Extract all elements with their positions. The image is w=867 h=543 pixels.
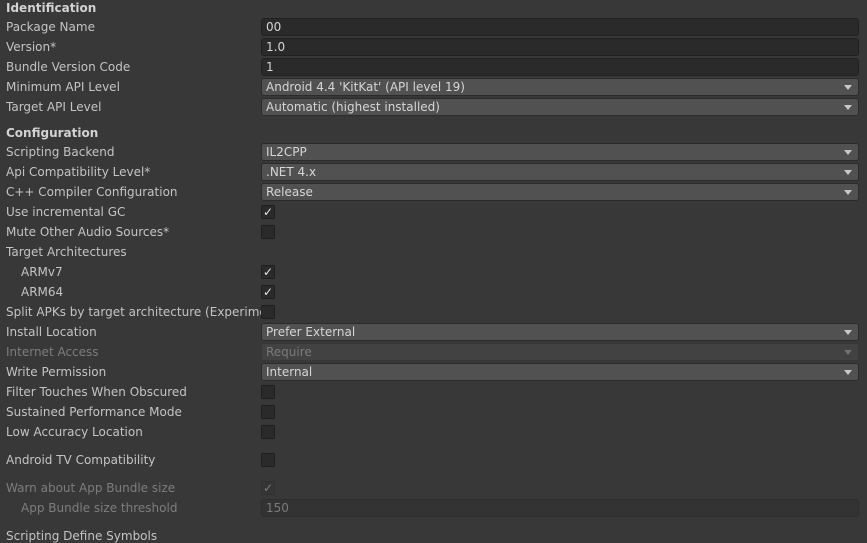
triangle-down-icon: [844, 190, 852, 195]
internet-access-dropdown: Require: [261, 343, 859, 361]
bundle-version-code-label: Bundle Version Code: [6, 60, 131, 74]
target-api-level-value: Automatic (highest installed): [266, 100, 440, 114]
bundle-size-threshold-input: 150: [261, 499, 859, 517]
incremental-gc-label: Use incremental GC: [6, 205, 126, 219]
mute-audio-label: Mute Other Audio Sources*: [6, 225, 170, 239]
triangle-down-icon: [844, 350, 852, 355]
section-header-configuration: Configuration: [6, 126, 99, 140]
write-permission-value: Internal: [266, 365, 313, 379]
triangle-down-icon: [844, 150, 852, 155]
section-header-identification: Identification: [6, 1, 97, 15]
install-location-dropdown[interactable]: Prefer External: [261, 323, 859, 341]
sustained-performance-label: Sustained Performance Mode: [6, 405, 182, 419]
triangle-down-icon: [844, 85, 852, 90]
arm64-checkbox[interactable]: ✓: [261, 285, 275, 299]
arm64-label: ARM64: [21, 285, 64, 299]
cpp-compiler-label: C++ Compiler Configuration: [6, 185, 178, 199]
target-api-level-dropdown[interactable]: Automatic (highest installed): [261, 98, 859, 116]
triangle-down-icon: [844, 105, 852, 110]
install-location-label: Install Location: [6, 325, 97, 339]
version-input[interactable]: 1.0: [261, 38, 859, 56]
scripting-backend-dropdown[interactable]: IL2CPP: [261, 143, 859, 161]
armv7-checkbox[interactable]: ✓: [261, 265, 275, 279]
package-name-label: Package Name: [6, 20, 95, 34]
section-header-scripting-define-symbols: Scripting Define Symbols: [6, 529, 158, 543]
android-tv-label: Android TV Compatibility: [6, 453, 156, 467]
android-tv-checkbox[interactable]: [261, 453, 275, 467]
bundle-size-threshold-label: App Bundle size threshold: [21, 501, 178, 515]
cpp-compiler-dropdown[interactable]: Release: [261, 183, 859, 201]
scripting-backend-label: Scripting Backend: [6, 145, 115, 159]
split-apks-label: Split APKs by target architecture (Exper…: [6, 305, 261, 319]
incremental-gc-checkbox[interactable]: ✓: [261, 205, 275, 219]
sustained-performance-checkbox[interactable]: [261, 405, 275, 419]
target-architectures-label: Target Architectures: [6, 245, 127, 259]
checkmark-icon: ✓: [262, 205, 274, 219]
split-apks-checkbox[interactable]: [261, 305, 275, 319]
target-api-level-label: Target API Level: [6, 100, 102, 114]
triangle-down-icon: [844, 370, 852, 375]
minimum-api-level-label: Minimum API Level: [6, 80, 120, 94]
armv7-label: ARMv7: [21, 265, 63, 279]
low-accuracy-location-label: Low Accuracy Location: [6, 425, 143, 439]
api-compatibility-value: .NET 4.x: [266, 165, 317, 179]
mute-audio-checkbox[interactable]: [261, 225, 275, 239]
cpp-compiler-value: Release: [266, 185, 313, 199]
filter-touches-checkbox[interactable]: [261, 385, 275, 399]
internet-access-value: Require: [266, 345, 312, 359]
scripting-backend-value: IL2CPP: [266, 145, 307, 159]
api-compatibility-dropdown[interactable]: .NET 4.x: [261, 163, 859, 181]
write-permission-label: Write Permission: [6, 365, 107, 379]
bundle-version-code-input[interactable]: 1: [261, 58, 859, 76]
write-permission-dropdown[interactable]: Internal: [261, 363, 859, 381]
warn-bundle-size-checkbox: ✓: [261, 481, 275, 495]
checkmark-icon: ✓: [262, 265, 274, 279]
minimum-api-level-dropdown[interactable]: Android 4.4 'KitKat' (API level 19): [261, 78, 859, 96]
minimum-api-level-value: Android 4.4 'KitKat' (API level 19): [266, 80, 465, 94]
checkmark-icon: ✓: [262, 481, 274, 495]
triangle-down-icon: [844, 170, 852, 175]
package-name-input[interactable]: 00: [261, 18, 859, 36]
api-compatibility-label: Api Compatibility Level*: [6, 165, 151, 179]
triangle-down-icon: [844, 330, 852, 335]
low-accuracy-location-checkbox[interactable]: [261, 425, 275, 439]
internet-access-label: Internet Access: [6, 345, 99, 359]
version-label: Version*: [6, 40, 57, 54]
filter-touches-label: Filter Touches When Obscured: [6, 385, 187, 399]
install-location-value: Prefer External: [266, 325, 356, 339]
warn-bundle-size-label: Warn about App Bundle size: [6, 481, 176, 495]
checkmark-icon: ✓: [262, 285, 274, 299]
